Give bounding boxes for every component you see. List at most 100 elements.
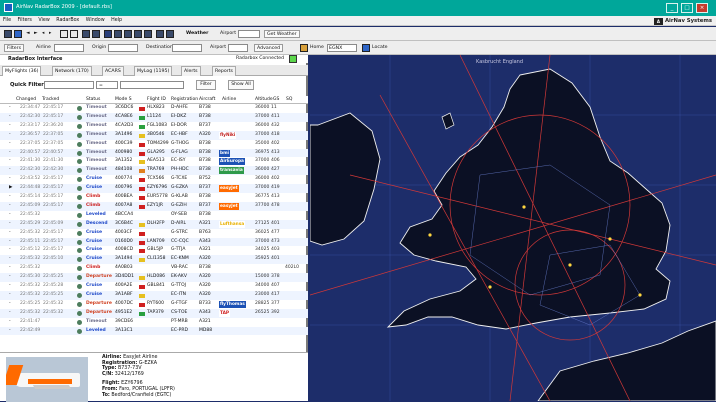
home-airport-select[interactable]: EGNX <box>327 44 357 52</box>
table-row[interactable]: - 22:45:32 Climb 4A0B03 VB-RAC B738 402L0 <box>0 264 308 273</box>
table-row[interactable]: - 22:42:30 22:42:30 Timeout 484108 TRA769 PH-H… <box>0 166 308 176</box>
table-row[interactable]: - 22:45:32 Leveled 4BCCA4 OY-SEB B738 <box>0 211 308 220</box>
col-aircraft[interactable]: Aircraft <box>199 97 215 102</box>
radar-icon[interactable] <box>104 30 112 38</box>
tab-alerts[interactable]: Alerts <box>181 66 201 76</box>
table-row[interactable]: - 22:33:17 22:36:20 Timeout 4CA2D3 FGL1083 EI-… <box>0 122 308 131</box>
table-row[interactable]: - 22:45:32 22:45:28 Cruise 400A2E GBL841 G-TTO… <box>0 282 308 291</box>
aircraft-target[interactable] <box>428 233 432 237</box>
table-row[interactable]: - 22:45:14 22:45:17 Climb 400BEA EUR5778 G-KLA… <box>0 193 308 202</box>
table-row[interactable]: - 22:45:11 22:45:17 Cruise 0160D0 LAN709 CC-CQ… <box>0 237 308 247</box>
map-icon[interactable] <box>114 30 122 38</box>
aircraft-target[interactable] <box>488 285 492 289</box>
col-altitude[interactable]: Altitude <box>255 97 273 102</box>
tracks-icon[interactable] <box>134 30 142 38</box>
table-row[interactable]: - 22:42:30 22:45:17 Timeout 4CA8E6 L1124 EI-DK… <box>0 112 308 122</box>
airline-select[interactable] <box>54 44 84 52</box>
zoom-out-icon[interactable] <box>70 30 78 38</box>
tab-network[interactable]: Network (170) <box>52 66 92 76</box>
table-row[interactable]: - 22:45:12 22:45:17 Cruise 4008CD GBL5JP G-TTJ… <box>0 246 308 255</box>
col-mode-s[interactable]: Mode S <box>115 97 132 102</box>
table-row[interactable]: - 22:42:49 Leveled 3A13C1 EC-PRD MD88 <box>0 326 308 336</box>
col-registration[interactable]: Registration <box>171 97 198 102</box>
weather-airport-input[interactable] <box>238 30 260 38</box>
menu-filters[interactable]: Filters <box>15 16 34 23</box>
tab-reports[interactable]: Reports <box>212 66 236 76</box>
table-row[interactable]: - 22:37:05 22:37:05 Timeout 400C39 TOM4299 G-T… <box>0 140 308 149</box>
table-row[interactable]: - 22:45:32 22:45:32 Departure 4951E2 TAP379 CS… <box>0 308 308 318</box>
cell-airline-logo: Lufthansa <box>219 220 246 228</box>
menu-window[interactable]: Window <box>83 16 107 23</box>
maximize-button[interactable]: □ <box>681 3 693 13</box>
grid-icon[interactable] <box>92 30 100 38</box>
quick-filter-field-select[interactable] <box>44 81 94 89</box>
row-marker-icon: - <box>9 265 11 271</box>
table-row[interactable]: - 22:45:32 22:45:10 Cruise 3A1494 CLI1358 EC-K… <box>0 255 308 265</box>
table-row[interactable]: - 22:45:32 22:45:17 Cruise 4003CF G-STRC B763 3… <box>0 229 308 238</box>
col-tracked[interactable]: Tracked <box>42 97 59 102</box>
arrow-back-icon[interactable]: ◄ <box>26 30 30 38</box>
col-changed[interactable]: Changed <box>16 97 36 102</box>
aircraft-target[interactable] <box>522 205 526 209</box>
menu-radarbox[interactable]: RadarBox <box>53 16 81 23</box>
table-row[interactable]: - 22:41:47 Timeout 39CDE6 PT-MRB A321 <box>0 318 308 327</box>
filters-button[interactable]: Filters <box>4 44 25 52</box>
locate-label[interactable]: Locate <box>372 44 388 52</box>
show-all-button[interactable]: Show All <box>228 80 254 90</box>
settings-icon[interactable] <box>166 30 174 38</box>
airport-filter-select[interactable] <box>228 44 248 52</box>
destination-select[interactable] <box>172 44 202 52</box>
table-row[interactable]: - 22:36:57 22:37:05 Timeout 3A1496 3B0546 EC-H… <box>0 130 308 140</box>
aircraft-target[interactable] <box>608 237 612 241</box>
cell-airline-logo <box>219 328 221 335</box>
table-row[interactable]: - 22:45:30 22:45:25 Departure 3D4DD1 HLD086 EK… <box>0 273 308 282</box>
cell-gs: 11 <box>271 105 277 110</box>
col-gs[interactable]: GS <box>273 97 279 102</box>
labels-icon[interactable] <box>124 30 132 38</box>
aircraft-target[interactable] <box>568 263 572 267</box>
range-icon[interactable] <box>144 30 152 38</box>
table-row[interactable]: - 22:45:29 22:45:09 Descend 3C6B4C DLH2FP D-AI… <box>0 219 308 229</box>
table-row[interactable]: - 22:45:09 22:45:17 Climb 4007A8 EZY1JR G-EZIH… <box>0 201 308 211</box>
left-icon[interactable]: ◂ <box>42 30 44 38</box>
cell-status: Cruise <box>86 229 102 235</box>
cell-changed: 22:41:30 <box>20 158 41 164</box>
tab-mylog[interactable]: MyLog (1195) <box>134 66 173 76</box>
save-icon[interactable] <box>14 30 22 38</box>
table-row[interactable]: - 22:34:47 22:45:17 Timeout 3C6DC6 HLX823 D-AH… <box>0 104 308 113</box>
menu-help[interactable]: Help <box>108 16 124 23</box>
open-icon[interactable] <box>4 30 12 38</box>
arrow-forward-icon[interactable]: ► <box>34 30 38 38</box>
table-row[interactable]: - 22:40:57 22:40:57 Timeout 400980 GLA295 G-FL… <box>0 148 308 158</box>
origin-select[interactable] <box>108 44 138 52</box>
col-airline[interactable]: Airline <box>222 97 236 102</box>
layers-icon[interactable] <box>82 30 90 38</box>
tab-myflights[interactable]: MyFlights (36) <box>2 66 42 76</box>
locate-icon[interactable] <box>362 44 370 52</box>
aircraft-target[interactable] <box>638 293 642 297</box>
filter-button[interactable]: Filter <box>196 80 216 90</box>
right-icon[interactable]: ▸ <box>49 30 51 38</box>
map-canvas[interactable] <box>310 55 716 401</box>
col-status[interactable]: Status <box>86 97 100 102</box>
col-sq[interactable]: SQ <box>286 97 292 102</box>
close-button[interactable]: × <box>696 3 708 13</box>
quick-filter-operator-select[interactable]: = <box>96 81 118 89</box>
table-row[interactable]: - 22:43:52 22:45:17 Cruise 400774 TCX566 G-TCX… <box>0 175 308 184</box>
menu-file[interactable]: File <box>0 16 13 23</box>
cell-gs: 402 <box>271 176 280 182</box>
col-flight-id[interactable]: Flight ID <box>147 97 166 102</box>
table-row[interactable]: - 22:45:32 22:45:25 Cruise 3A1ABF EC-ITN A320 2… <box>0 290 308 300</box>
tab-acars[interactable]: ACARS <box>102 66 124 76</box>
advanced-button[interactable]: Advanced <box>254 44 284 52</box>
zoom-in-icon[interactable] <box>60 30 68 38</box>
table-row[interactable]: - 22:45:25 22:45:32 Departure 4007DC RYT600 G-… <box>0 300 308 309</box>
radar-map[interactable]: Kasbrucht England <box>310 55 716 401</box>
get-weather-button[interactable]: Get Weather <box>264 30 300 38</box>
filter-icon[interactable] <box>156 30 164 38</box>
table-row[interactable]: - 22:41:30 22:41:30 Timeout 3A1352 AEA513 EC-I… <box>0 157 308 166</box>
menu-view[interactable]: View <box>35 16 51 23</box>
minimize-button[interactable]: _ <box>666 3 678 13</box>
table-row[interactable]: ▶ 22:44:48 22:45:17 Cruise 400796 EZY6796 G-EZ… <box>0 184 308 193</box>
quick-filter-value-input[interactable] <box>120 81 184 89</box>
